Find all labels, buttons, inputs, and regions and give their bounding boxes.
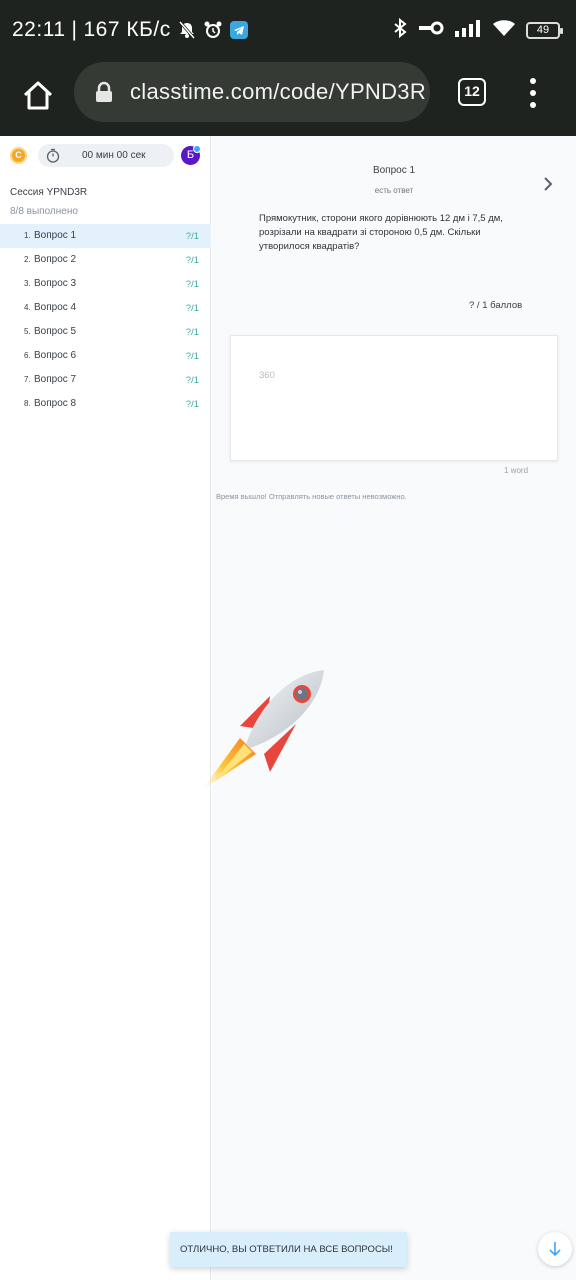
arrow-down-icon (549, 1242, 561, 1257)
toast-text: ОТЛИЧНО, ВЫ ОТВЕТИЛИ НА ВСЕ ВОПРОСЫ! (180, 1244, 393, 1255)
status-bar: 22:11 | 167 КБ/с 49 (0, 0, 576, 62)
question-score: ?/1 (185, 231, 199, 242)
question-score: ?/1 (185, 327, 199, 338)
word-count: 1 word (504, 466, 529, 475)
question-label: Вопрос 1 (34, 230, 77, 241)
alarm-clock-icon (203, 20, 223, 40)
question-score: ?/1 (185, 303, 199, 314)
question-title: Вопрос 1 (372, 165, 416, 176)
question-label: Вопрос 7 (34, 374, 77, 385)
telegram-icon (229, 20, 249, 40)
question-list-item[interactable]: 7. Вопрос 7 ?/1 (0, 368, 211, 392)
browser-toolbar: classtime.com/code/YPND3R 12 (0, 62, 576, 136)
menu-dot (530, 90, 536, 96)
signal-icon (454, 19, 482, 42)
avatar[interactable]: Б (181, 145, 201, 165)
session-progress: 8/8 выполнено (10, 206, 78, 217)
question-status: есть ответ (374, 186, 414, 195)
question-score: ?/1 (185, 351, 199, 362)
url-text: classtime.com/code/YPND3R (130, 79, 427, 104)
question-list-item[interactable]: 4. Вопрос 4 ?/1 (0, 296, 211, 320)
question-number: 5. (24, 327, 31, 336)
question-number: 4. (24, 303, 31, 312)
time-expired-message: Время вышло! Отправлять новые ответы нев… (216, 492, 407, 501)
separator: | (71, 18, 78, 41)
timer: 00 мин 00 сек (38, 144, 174, 167)
points: ? / 1 баллов (469, 300, 523, 311)
question-number: 2. (24, 255, 31, 264)
menu-dot (530, 78, 536, 84)
key-icon (418, 20, 444, 41)
sidebar-header: C 00 мин 00 сек Б (0, 136, 211, 174)
question-score: ?/1 (185, 255, 199, 266)
question-list-item[interactable]: 2. Вопрос 2 ?/1 (0, 248, 211, 272)
question-number: 3. (24, 279, 31, 288)
scroll-down-button[interactable] (538, 1232, 572, 1266)
bluetooth-icon (392, 17, 408, 43)
question-list-item[interactable]: 8. Вопрос 8 ?/1 (0, 392, 211, 416)
rocket-icon (200, 664, 330, 794)
question-list-item[interactable]: 5. Вопрос 5 ?/1 (0, 320, 211, 344)
question-label: Вопрос 3 (34, 278, 77, 289)
question-text: Прямокутник, сторони якого дорівнюють 12… (259, 213, 503, 252)
question-label: Вопрос 4 (34, 302, 77, 313)
chevron-right-icon (544, 177, 553, 191)
stopwatch-icon (46, 148, 60, 168)
question-list-item[interactable]: 6. Вопрос 6 ?/1 (0, 344, 211, 368)
page: C 00 мин 00 сек Б Сессия YPND3R 8/8 выпо… (0, 136, 576, 1280)
tab-switcher-button[interactable]: 12 (458, 78, 486, 106)
timer-text: 00 мин 00 сек (82, 150, 146, 161)
browser-menu-button[interactable] (526, 78, 540, 108)
clock: 22:11 (12, 18, 66, 41)
sidebar: C 00 мин 00 сек Б Сессия YPND3R 8/8 выпо… (0, 136, 211, 1280)
battery-icon: 49 (526, 22, 563, 39)
answer-field[interactable]: 360 (230, 335, 558, 461)
question-list: 1. Вопрос 1 ?/1 2. Вопрос 2 ?/1 3. Вопрос 3 ?/1 4… (0, 224, 211, 416)
question-label: Вопрос 6 (34, 350, 77, 361)
mute-bell-icon (177, 20, 197, 40)
question-score: ?/1 (185, 279, 199, 290)
menu-dot (530, 102, 536, 108)
status-bar-left: 22:11 | 167 КБ/с (12, 18, 249, 42)
lock-icon (94, 81, 114, 108)
home-button[interactable] (18, 76, 58, 116)
address-bar[interactable]: classtime.com/code/YPND3R (74, 62, 430, 122)
question-list-item[interactable]: 3. Вопрос 3 ?/1 (0, 272, 211, 296)
question-number: 8. (24, 399, 31, 408)
next-question-button[interactable] (540, 176, 556, 192)
session-title: Сессия YPND3R (10, 187, 88, 198)
wifi-icon (492, 19, 516, 42)
status-bar-right: 49 (392, 17, 563, 43)
question-score: ?/1 (185, 375, 199, 386)
network-speed: 167 КБ/с (83, 18, 171, 41)
question-number: 1. (24, 231, 31, 240)
home-icon (23, 81, 53, 110)
question-number: 7. (24, 375, 31, 384)
question-score: ?/1 (185, 399, 199, 410)
question-label: Вопрос 8 (34, 398, 77, 409)
coin-icon: C (10, 147, 27, 164)
answer-value: 360 (259, 370, 275, 381)
question-list-item[interactable]: 1. Вопрос 1 ?/1 (0, 224, 211, 248)
question-label: Вопрос 5 (34, 326, 77, 337)
success-toast: ОТЛИЧНО, ВЫ ОТВЕТИЛИ НА ВСЕ ВОПРОСЫ! (170, 1232, 407, 1267)
question-number: 6. (24, 351, 31, 360)
question-label: Вопрос 2 (34, 254, 77, 265)
